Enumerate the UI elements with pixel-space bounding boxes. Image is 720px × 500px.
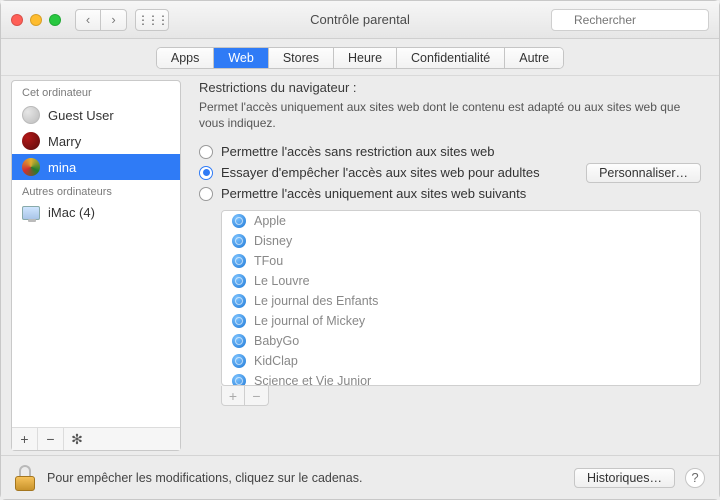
sidebar-item-label: Guest User (48, 108, 114, 123)
site-row[interactable]: Le journal des Enfants (222, 291, 700, 311)
site-name: Le journal des Enfants (254, 294, 378, 308)
search-input[interactable] (551, 9, 709, 31)
globe-icon (232, 294, 246, 308)
titlebar: ‹ › ⋮⋮⋮ Contrôle parental 🔍 (1, 1, 719, 39)
add-site-button[interactable]: + (221, 386, 245, 406)
radio-label: Permettre l'accès sans restriction aux s… (221, 144, 494, 159)
sidebar-item-label: iMac (4) (48, 205, 95, 220)
user-actions-button[interactable]: ✻ (64, 428, 90, 450)
sidebar-other-imac[interactable]: iMac (4) (12, 201, 180, 224)
globe-icon (232, 234, 246, 248)
globe-icon (232, 274, 246, 288)
site-name: KidClap (254, 354, 298, 368)
web-restriction-radios: Permettre l'accès sans restriction aux s… (199, 141, 701, 204)
show-all-button[interactable]: ⋮⋮⋮ (135, 9, 169, 31)
customize-button[interactable]: Personnaliser… (586, 163, 701, 183)
imac-icon (22, 206, 40, 220)
globe-icon (232, 314, 246, 328)
avatar (22, 158, 40, 176)
lock-body-icon (15, 476, 35, 491)
bottom-right: Historiques… ? (574, 468, 705, 488)
add-user-button[interactable]: + (12, 428, 38, 450)
sidebar-section-others: Autres ordinateurs (12, 180, 180, 201)
radio-limit-adult[interactable]: Essayer d'empêcher l'accès aux sites web… (199, 165, 540, 180)
tab-apps[interactable]: Apps (157, 48, 215, 68)
main: Cet ordinateur Guest User Marry mina Aut… (1, 76, 719, 455)
site-name: Apple (254, 214, 286, 228)
globe-icon (232, 334, 246, 348)
radio-label: Permettre l'accès uniquement aux sites w… (221, 186, 526, 201)
content: Restrictions du navigateur : Permet l'ac… (181, 76, 719, 455)
site-name: BabyGo (254, 334, 299, 348)
radio-icon (199, 145, 213, 159)
forward-button[interactable]: › (101, 9, 127, 31)
globe-icon (232, 214, 246, 228)
history-button[interactable]: Historiques… (574, 468, 675, 488)
tab-heure[interactable]: Heure (334, 48, 397, 68)
tab-stores[interactable]: Stores (269, 48, 334, 68)
globe-icon (232, 354, 246, 368)
sidebar-item-label: mina (48, 160, 76, 175)
site-row[interactable]: Apple (222, 211, 700, 231)
tab-confidentialite[interactable]: Confidentialité (397, 48, 505, 68)
site-row[interactable]: Le journal of Mickey (222, 311, 700, 331)
site-row[interactable]: Science et Vie Junior (222, 371, 700, 386)
help-button[interactable]: ? (685, 468, 705, 488)
globe-icon (232, 254, 246, 268)
lock-shackle-icon (19, 465, 31, 477)
nav-back-forward: ‹ › (75, 9, 127, 31)
radio-icon (199, 166, 213, 180)
remove-site-button[interactable]: − (245, 386, 269, 406)
allowed-sites: Apple Disney TFou Le Louvre Le journal d… (221, 210, 701, 406)
close-window-button[interactable] (11, 14, 23, 26)
tab-web[interactable]: Web (214, 48, 268, 68)
radio-label: Essayer d'empêcher l'accès aux sites web… (221, 165, 540, 180)
sidebar: Cet ordinateur Guest User Marry mina Aut… (11, 80, 181, 451)
back-button[interactable]: ‹ (75, 9, 101, 31)
tabs: Apps Web Stores Heure Confidentialité Au… (156, 47, 564, 69)
globe-icon (232, 374, 246, 386)
site-name: Le Louvre (254, 274, 310, 288)
site-name: TFou (254, 254, 283, 268)
sidebar-footer: + − ✻ (12, 427, 180, 450)
sidebar-item-label: Marry (48, 134, 81, 149)
tabbar: Apps Web Stores Heure Confidentialité Au… (1, 39, 719, 76)
allowed-sites-list[interactable]: Apple Disney TFou Le Louvre Le journal d… (221, 210, 701, 386)
site-name: Le journal of Mickey (254, 314, 365, 328)
window-controls (11, 14, 61, 26)
avatar (22, 106, 40, 124)
lock-button[interactable] (15, 465, 37, 491)
site-row[interactable]: Disney (222, 231, 700, 251)
sidebar-user-guest[interactable]: Guest User (12, 102, 180, 128)
bottom-bar: Pour empêcher les modifications, cliquez… (1, 455, 719, 499)
radio-allowlist-only[interactable]: Permettre l'accès uniquement aux sites w… (199, 186, 701, 201)
allowed-sites-footer: + − (221, 386, 701, 406)
site-row[interactable]: TFou (222, 251, 700, 271)
site-name: Science et Vie Junior (254, 374, 371, 386)
radio-unrestricted[interactable]: Permettre l'accès sans restriction aux s… (199, 144, 701, 159)
section-title: Restrictions du navigateur : (199, 80, 701, 95)
search-wrap: 🔍 (551, 9, 709, 31)
site-row[interactable]: BabyGo (222, 331, 700, 351)
avatar (22, 132, 40, 150)
zoom-window-button[interactable] (49, 14, 61, 26)
remove-user-button[interactable]: − (38, 428, 64, 450)
site-name: Disney (254, 234, 292, 248)
sidebar-section-this: Cet ordinateur (12, 81, 180, 102)
sidebar-user-marry[interactable]: Marry (12, 128, 180, 154)
sidebar-list: Cet ordinateur Guest User Marry mina Aut… (12, 81, 180, 427)
tab-autre[interactable]: Autre (505, 48, 563, 68)
site-row[interactable]: KidClap (222, 351, 700, 371)
minimize-window-button[interactable] (30, 14, 42, 26)
sidebar-user-mina[interactable]: mina (12, 154, 180, 180)
section-desc: Permet l'accès uniquement aux sites web … (199, 99, 701, 131)
site-row[interactable]: Le Louvre (222, 271, 700, 291)
radio-icon (199, 187, 213, 201)
lock-hint-text: Pour empêcher les modifications, cliquez… (47, 471, 362, 485)
